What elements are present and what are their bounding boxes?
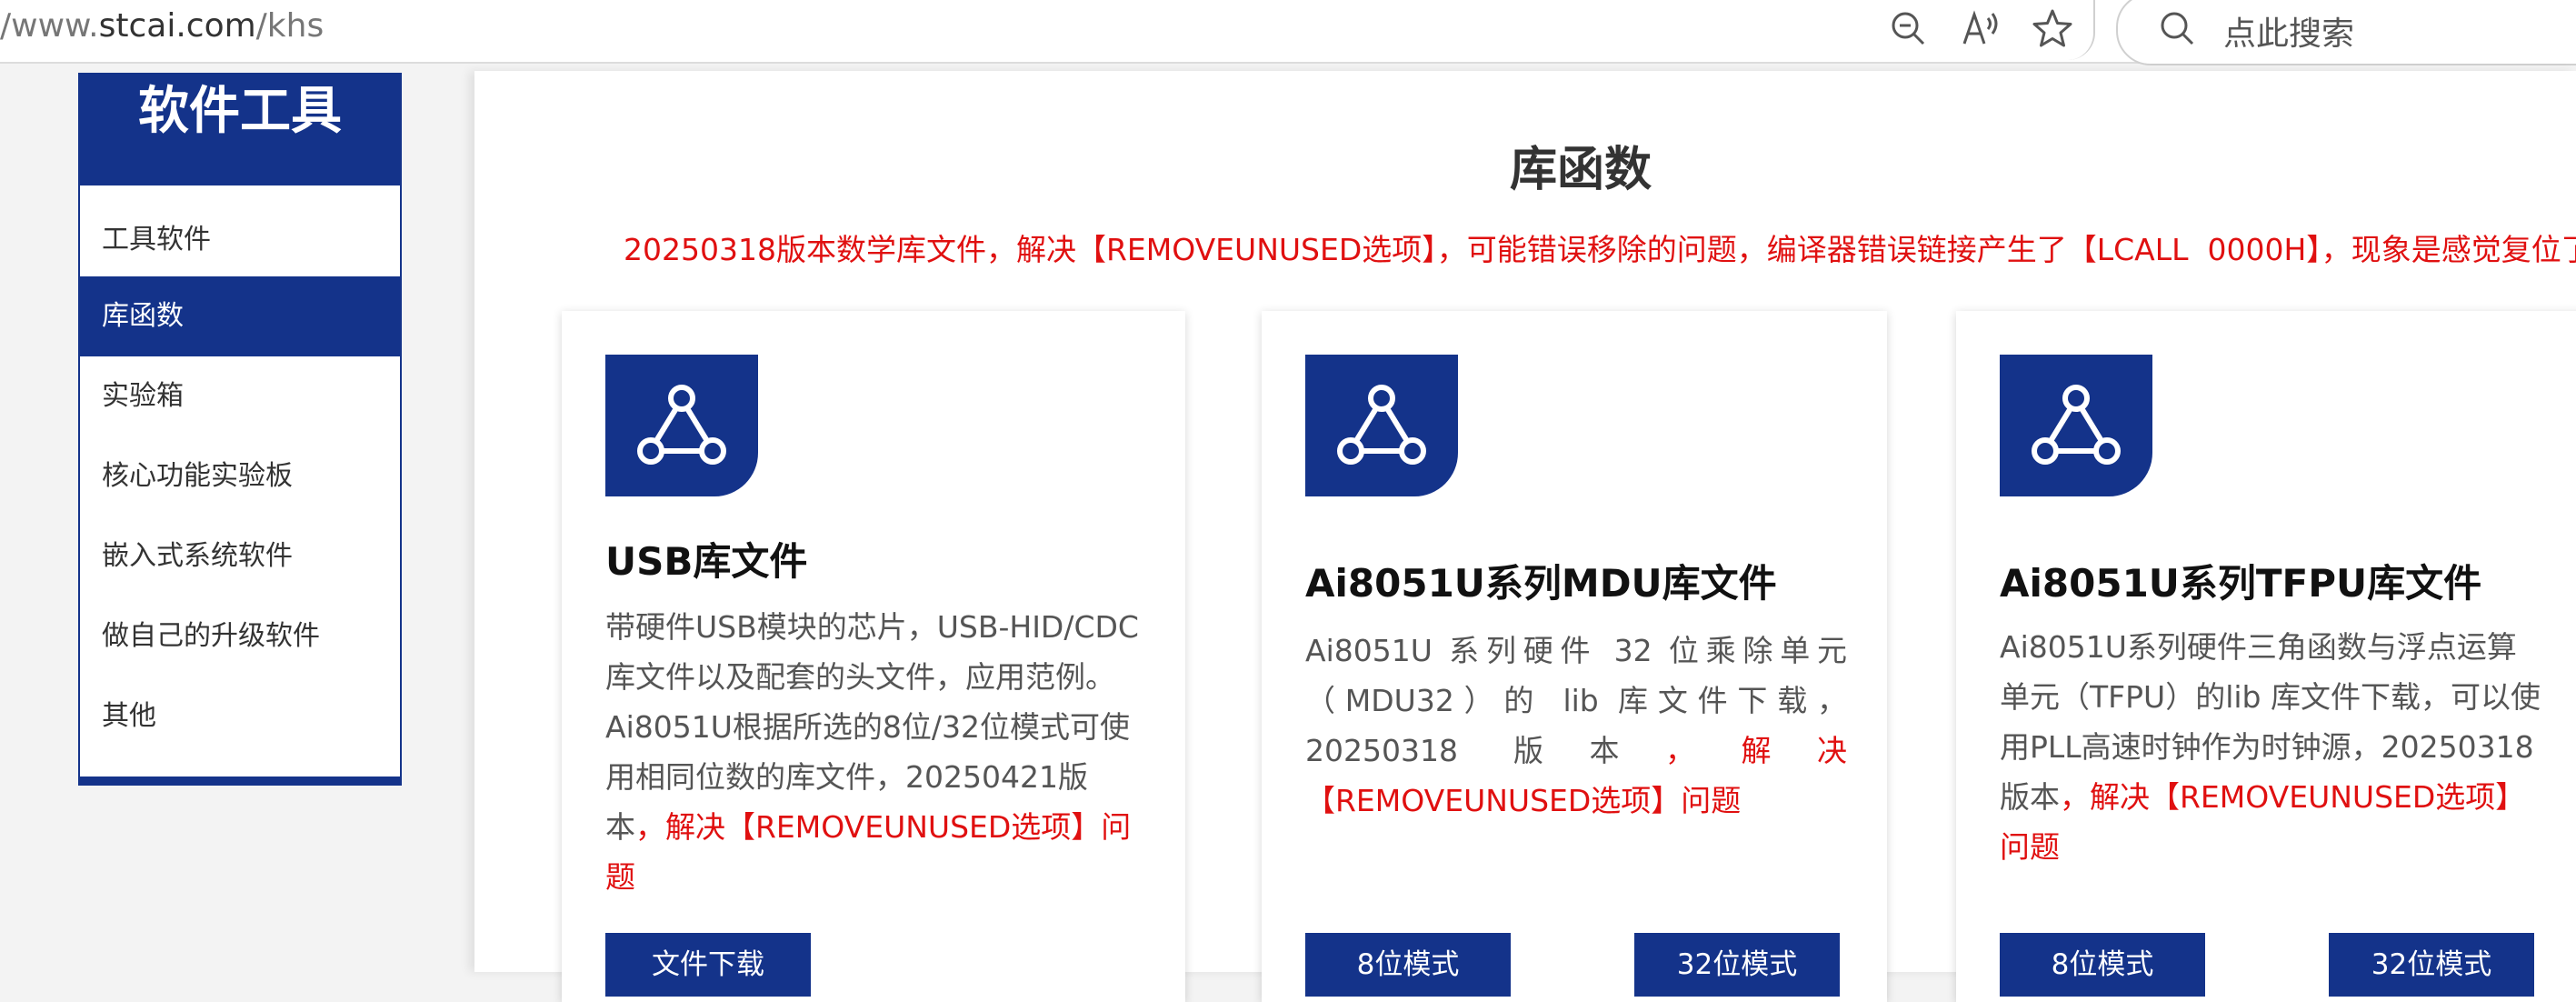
card-icon-badge <box>2000 355 2152 496</box>
card-title: Ai8051U系列MDU库文件 <box>1305 561 1777 606</box>
url-prefix: /www. <box>0 7 99 45</box>
browser-toolbar: /www.stcai.com/khs 点此搜索 <box>0 0 2576 65</box>
sidebar-item-core-function-board[interactable]: 核心功能实验板 <box>80 436 400 516</box>
address-bar-edge <box>2068 0 2095 60</box>
card-desc-highlight: ，解决【REMOVEUNUSED选项】问题 <box>605 809 1132 895</box>
notice-text: 20250318版本数学库文件，解决【REMOVEUNUSED选项】，可能错误移… <box>624 232 2576 267</box>
search-placeholder[interactable]: 点此搜索 <box>2223 7 2354 55</box>
sidebar-item-embedded-software[interactable]: 嵌入式系统软件 <box>80 516 400 596</box>
sidebar-item-tool-software[interactable]: 工具软件 <box>80 185 400 276</box>
card-title: Ai8051U系列TFPU库文件 <box>2000 561 2482 606</box>
sidebar-item-upgrade-software[interactable]: 做自己的升级软件 <box>80 596 400 676</box>
8bit-mode-button[interactable]: 8位模式 <box>1305 933 1511 997</box>
share-nodes-icon <box>1337 385 1426 465</box>
32bit-mode-button[interactable]: 32位模式 <box>2329 933 2534 997</box>
sidebar-item-experiment-box[interactable]: 实验箱 <box>80 356 400 436</box>
search-icon[interactable] <box>2154 5 2202 53</box>
page-title: 库函数 <box>1509 143 1652 197</box>
address-bar-url[interactable]: /www.stcai.com/khs <box>0 7 324 45</box>
card-usb-library: USB库文件 带硬件USB模块的芯片，USB-HID/CDC库文件以及配套的头文… <box>562 311 1185 1002</box>
main-content: 库函数 20250318版本数学库文件，解决【REMOVEUNUSED选项】，可… <box>474 71 2576 1002</box>
sidebar-item-other[interactable]: 其他 <box>80 676 400 757</box>
url-path: /khs <box>255 7 324 45</box>
card-icon-badge <box>605 355 758 496</box>
sidebar: 软件工具 工具软件 库函数 实验箱 核心功能实验板 嵌入式系统软件 做自己的升级… <box>78 73 402 786</box>
sidebar-item-library-functions[interactable]: 库函数 <box>80 276 400 356</box>
share-nodes-icon <box>2032 385 2121 465</box>
card-icon-badge <box>1305 355 1458 496</box>
card-tfpu-library: Ai8051U系列TFPU库文件 Ai8051U系列硬件三角函数与浮点运算单元（… <box>1956 311 2576 1002</box>
card-description: Ai8051U系列硬件三角函数与浮点运算单元（TFPU）的lib 库文件下载，可… <box>2000 622 2541 872</box>
card-title: USB库文件 <box>605 539 808 584</box>
card-description: Ai8051U 系列硬件 32 位乘除单元（MDU32）的 lib 库文件下载，… <box>1305 626 1847 826</box>
card-desc-highlight: ，解决【REMOVEUNUSED选项】问题 <box>2000 779 2526 865</box>
url-domain: stcai.com <box>98 7 256 45</box>
sidebar-menu: 工具软件 库函数 实验箱 核心功能实验板 嵌入式系统软件 做自己的升级软件 其他 <box>80 185 400 757</box>
32bit-mode-button[interactable]: 32位模式 <box>1634 933 1840 997</box>
card-mdu-library: Ai8051U系列MDU库文件 Ai8051U 系列硬件 32 位乘除单元（MD… <box>1262 311 1887 1002</box>
card-description: 带硬件USB模块的芯片，USB-HID/CDC库文件以及配套的头文件，应用范例。… <box>605 602 1147 902</box>
read-aloud-icon[interactable] <box>1956 5 2003 53</box>
zoom-out-icon[interactable] <box>1885 5 1932 53</box>
sidebar-title: 软件工具 <box>80 75 400 185</box>
file-download-button[interactable]: 文件下载 <box>605 933 811 997</box>
share-nodes-icon <box>637 385 726 465</box>
8bit-mode-button[interactable]: 8位模式 <box>2000 933 2205 997</box>
